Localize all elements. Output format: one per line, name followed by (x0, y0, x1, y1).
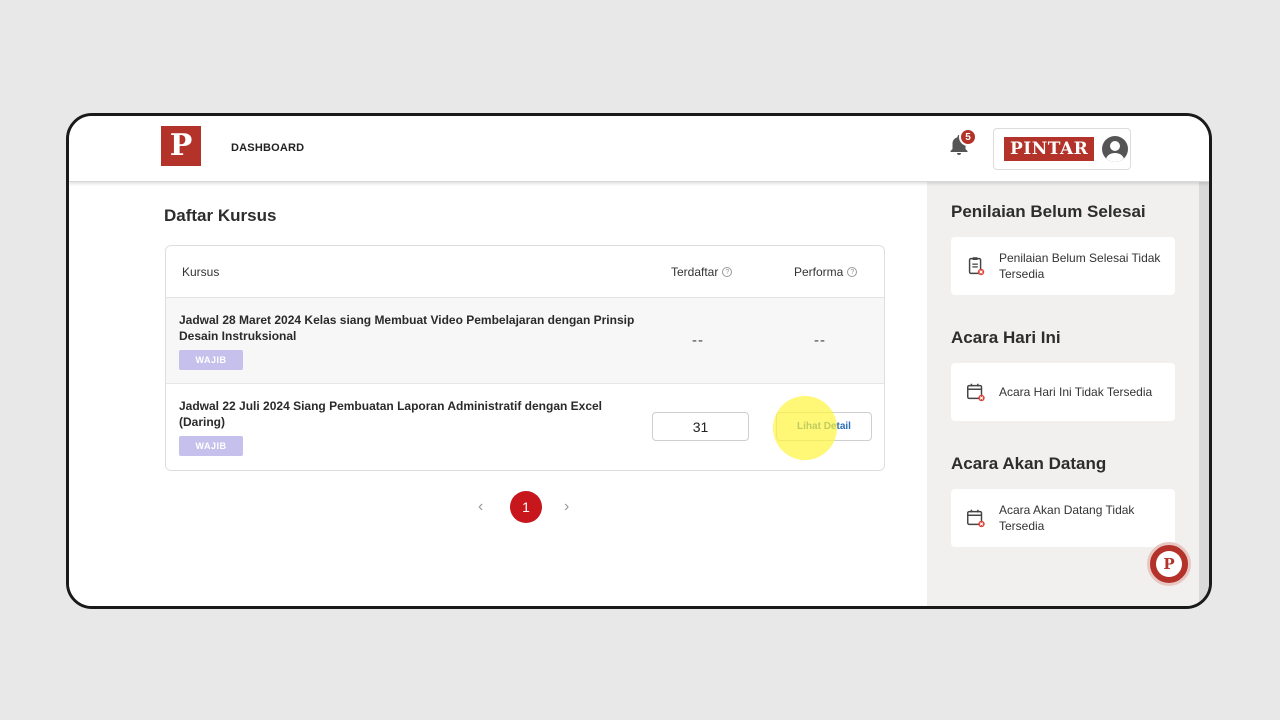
page-title: Daftar Kursus (164, 206, 277, 225)
help-icon[interactable]: ? (847, 267, 858, 277)
notification-bell-button[interactable]: 5 (947, 128, 977, 159)
performance-value: -- (814, 332, 826, 349)
calendar-icon (967, 509, 985, 528)
app-logo[interactable]: P (161, 126, 201, 166)
empty-message: Acara Akan Datang Tidak Tersedia (999, 503, 1135, 533)
section-title-upcoming-events: Acara Akan Datang (951, 454, 1107, 473)
section-title-pending-assessments: Penilaian Belum Selesai (951, 202, 1146, 221)
chat-assistant-button[interactable]: P (1147, 542, 1191, 586)
empty-message: Acara Hari Ini Tidak Tersedia (999, 385, 1153, 399)
notification-count-badge: 5 (959, 128, 977, 146)
section-title-today-events: Acara Hari Ini (951, 328, 1061, 347)
required-badge: WAJIB (179, 350, 243, 370)
table-header: Kursus Terdaftar ? Performa ? (166, 246, 884, 298)
enrolled-count: 31 (652, 412, 749, 441)
enrolled-value: -- (692, 332, 704, 349)
logo-letter: P (169, 128, 193, 163)
clipboard-icon (968, 257, 985, 276)
main-content: Daftar Kursus Kursus Terdaftar ? Perform… (69, 182, 927, 606)
today-events-card: Acara Hari Ini Tidak Tersedia (951, 363, 1175, 421)
column-header-performa: Performa ? (794, 265, 858, 279)
column-label: Terdaftar (671, 265, 719, 279)
brand-wordmark: PINTAR (1004, 137, 1095, 161)
page-scrollbar[interactable] (1199, 182, 1209, 606)
app-frame: P DASHBOARD 5 PINTAR Daftar Kursus Kursu… (66, 113, 1212, 609)
top-bar: P DASHBOARD 5 PINTAR (69, 116, 1209, 182)
calendar-icon (967, 383, 985, 402)
table-row: Jadwal 22 Juli 2024 Siang Pembuatan Lapo… (166, 384, 884, 470)
chat-logo-icon: P (1156, 551, 1182, 577)
course-table: Kursus Terdaftar ? Performa ? Jadwal 28 … (165, 245, 885, 471)
column-header-kursus: Kursus (182, 265, 219, 279)
column-label: Kursus (182, 265, 220, 279)
pagination-next-button[interactable]: › (564, 498, 569, 516)
course-title-link[interactable]: Jadwal 28 Maret 2024 Kelas siang Membuat… (179, 312, 639, 344)
table-row: Jadwal 28 Maret 2024 Kelas siang Membuat… (166, 298, 884, 384)
pagination-prev-button[interactable]: ‹ (478, 498, 483, 516)
column-label: Performa (794, 265, 844, 279)
profile-menu[interactable]: PINTAR (993, 128, 1131, 170)
nav-dashboard[interactable]: DASHBOARD (231, 142, 304, 154)
view-detail-button[interactable]: Lihat Detail (776, 412, 872, 441)
user-avatar-icon (1102, 136, 1129, 162)
help-icon[interactable]: ? (722, 267, 733, 277)
column-header-terdaftar: Terdaftar ? (671, 265, 733, 279)
pagination-page-1[interactable]: 1 (510, 491, 542, 523)
course-title-link[interactable]: Jadwal 22 Juli 2024 Siang Pembuatan Lapo… (179, 398, 639, 430)
required-badge: WAJIB (179, 436, 243, 456)
pagination: ‹ 1 › (476, 491, 576, 525)
empty-message: Penilaian Belum Selesai Tidak Tersedia (999, 251, 1161, 281)
pending-assessments-card: Penilaian Belum Selesai Tidak Tersedia (951, 237, 1175, 295)
upcoming-events-card: Acara Akan Datang Tidak Tersedia (951, 489, 1175, 547)
